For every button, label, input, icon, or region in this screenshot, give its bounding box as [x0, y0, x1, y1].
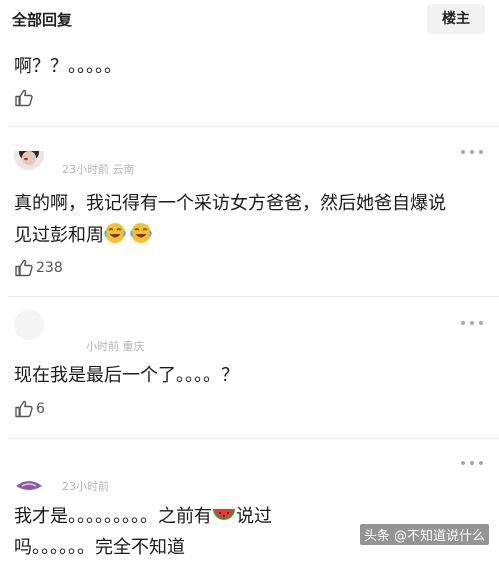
like-button[interactable] [14, 88, 34, 108]
thumbs-up-icon [14, 88, 34, 108]
laugh-cry-emoji [130, 222, 152, 254]
divider [8, 438, 499, 439]
avatar[interactable] [14, 310, 44, 340]
thumbs-up-icon [14, 258, 34, 278]
comment-meta: 23小时前 [62, 480, 109, 493]
like-button[interactable]: 6 [14, 399, 45, 419]
comment-text: 见过彭和周 [14, 220, 152, 254]
thumbs-up-icon [14, 399, 34, 419]
page-title: 全部回复 [12, 11, 73, 29]
laugh-cry-emoji [104, 222, 126, 254]
reply-header: 全部回复 楼主 [0, 0, 499, 40]
comment-text-line: 说过 [236, 506, 272, 527]
like-button[interactable]: 238 [14, 258, 63, 278]
watermelon-emoji [212, 503, 236, 535]
more-options-icon[interactable] [461, 461, 483, 467]
more-options-icon[interactable] [461, 150, 483, 156]
comment-text-line: 我才是。。。。。。。。。之前有 [14, 506, 212, 527]
comment-text-line: 见过彭和周 [14, 225, 104, 246]
like-count: 238 [36, 260, 63, 276]
avatar[interactable] [14, 140, 44, 170]
comment-meta: 23小时前 云南 [62, 163, 135, 176]
divider [8, 296, 499, 297]
avatar[interactable] [14, 472, 44, 496]
watermark: 头条 @不知道说什么 [359, 524, 489, 545]
comment-text-line: 真的啊，我记得有一个采访女方爸爸，然后她爸自爆说 [14, 193, 446, 214]
like-count: 6 [36, 401, 45, 417]
more-options-icon[interactable] [461, 321, 483, 327]
comment-text: 真的啊，我记得有一个采访女方爸爸，然后她爸自爆说 [14, 188, 446, 219]
comment-text-line: 吗。。。。。。完全不知道 [14, 537, 185, 558]
comment-text-line: 现在我是最后一个了。。。。？ [14, 365, 239, 386]
divider [8, 126, 499, 127]
comment-text: 我才是。。。。。。。。。之前有 说过 [14, 501, 272, 535]
comment-text: 吗。。。。。。完全不知道 [14, 532, 185, 563]
comment-text: 现在我是最后一个了。。。。？ [14, 360, 239, 391]
op-only-button[interactable]: 楼主 [427, 4, 485, 34]
comment-text: 啊？？。。。。。 [14, 56, 122, 77]
comment-meta: 小时前 重庆 [86, 340, 145, 353]
